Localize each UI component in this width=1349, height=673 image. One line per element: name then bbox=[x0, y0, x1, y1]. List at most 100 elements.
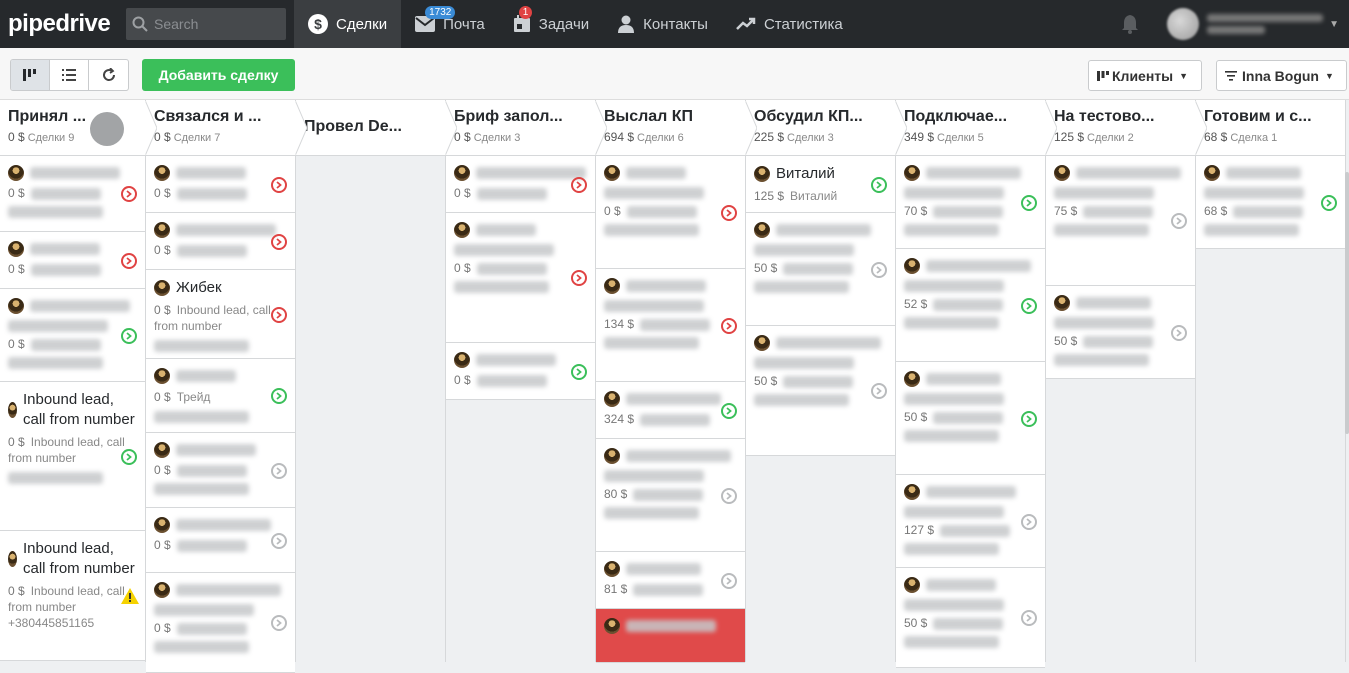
deal-card[interactable]: Жибек 0 $ Inbound lead, call from number bbox=[146, 270, 295, 359]
deal-price: 324 $ bbox=[604, 412, 635, 426]
stage-header[interactable]: Связался и ... 0 $ Сделки 7 bbox=[146, 100, 307, 156]
no-activity-icon[interactable] bbox=[1171, 213, 1187, 229]
deal-card[interactable]: 50 $ bbox=[746, 213, 895, 326]
stage-summary: 0 $ Сделки 3 bbox=[454, 130, 587, 144]
stage-header[interactable]: Обсудил КП... 225 $ Сделки 3 bbox=[746, 100, 907, 156]
overdue-activity-icon[interactable] bbox=[721, 205, 737, 221]
deal-card[interactable]: 0 $ bbox=[0, 232, 145, 289]
deal-card[interactable]: 127 $ bbox=[896, 475, 1045, 568]
overdue-activity-icon[interactable] bbox=[571, 270, 587, 286]
nav-statistics[interactable]: Статистика bbox=[722, 0, 857, 48]
planned-activity-icon[interactable] bbox=[271, 388, 287, 404]
add-deal-button[interactable]: Добавить сделку bbox=[142, 59, 295, 91]
deal-card[interactable]: Виталий 125 $ Виталий bbox=[746, 156, 895, 213]
deal-card[interactable]: 50 $ bbox=[896, 362, 1045, 475]
deal-card[interactable]: 50 $ bbox=[1046, 286, 1195, 379]
deal-value: 50 $ bbox=[754, 261, 889, 275]
owner-filter-button[interactable]: Inna Bogun ▼ bbox=[1216, 60, 1347, 91]
search-input[interactable]: Search bbox=[126, 8, 286, 40]
avatar bbox=[8, 298, 24, 314]
nav-deals[interactable]: $ Сделки bbox=[294, 0, 402, 48]
stage-deal-count: Сделки 9 bbox=[27, 132, 75, 144]
forecast-view-button[interactable] bbox=[89, 60, 128, 90]
no-activity-icon[interactable] bbox=[1021, 514, 1037, 530]
list-view-button[interactable] bbox=[50, 60, 89, 90]
no-activity-icon[interactable] bbox=[1171, 325, 1187, 341]
deal-card[interactable]: 0 $ bbox=[146, 156, 295, 213]
deal-card[interactable]: 0 $ Трейд bbox=[146, 359, 295, 433]
avatar bbox=[604, 561, 620, 577]
overdue-activity-icon[interactable] bbox=[121, 253, 137, 269]
deal-card[interactable]: 0 $ bbox=[146, 433, 295, 508]
planned-activity-icon[interactable] bbox=[571, 364, 587, 380]
stage-header[interactable]: Готовим и с... 68 $ Сделка 1 bbox=[1196, 100, 1345, 156]
avatar[interactable] bbox=[1167, 8, 1200, 40]
no-activity-icon[interactable] bbox=[271, 615, 287, 631]
pipeline-view-button[interactable] bbox=[11, 60, 50, 90]
overdue-activity-icon[interactable] bbox=[271, 177, 287, 193]
deal-card[interactable]: 52 $ bbox=[896, 249, 1045, 362]
deal-card[interactable]: 80 $ bbox=[596, 439, 745, 552]
deal-card[interactable]: 324 $ bbox=[596, 382, 745, 439]
overdue-activity-icon[interactable] bbox=[271, 234, 287, 250]
no-activity-icon[interactable] bbox=[271, 533, 287, 549]
stage-header[interactable]: Бриф запол... 0 $ Сделки 3 bbox=[446, 100, 607, 156]
deal-card[interactable]: 0 $ bbox=[596, 156, 745, 269]
deal-card[interactable]: 81 $ bbox=[596, 552, 745, 609]
stage-arrow bbox=[1195, 100, 1207, 156]
overdue-activity-icon[interactable] bbox=[271, 307, 287, 323]
planned-activity-icon[interactable] bbox=[1021, 298, 1037, 314]
no-activity-icon[interactable] bbox=[721, 573, 737, 589]
deal-card[interactable]: 0 $ bbox=[0, 289, 145, 382]
stage-header[interactable]: Принял ... 0 $ Сделки 9 bbox=[0, 100, 157, 156]
deal-card[interactable]: 70 $ bbox=[896, 156, 1045, 249]
stage-header[interactable]: Выслал КП 694 $ Сделки 6 bbox=[596, 100, 757, 156]
planned-activity-icon[interactable] bbox=[871, 177, 887, 193]
planned-activity-icon[interactable] bbox=[121, 328, 137, 344]
deal-card[interactable]: 75 $ bbox=[1046, 156, 1195, 286]
stage-header[interactable]: На тестово... 125 $ Сделки 2 bbox=[1046, 100, 1207, 156]
deal-card[interactable]: 0 $ bbox=[446, 213, 595, 343]
stage-header[interactable]: Провел De... bbox=[296, 100, 457, 156]
nav-contacts[interactable]: Контакты bbox=[603, 0, 722, 48]
planned-activity-icon[interactable] bbox=[1021, 411, 1037, 427]
deal-card[interactable]: 50 $ bbox=[896, 568, 1045, 668]
nav-mail[interactable]: 1732 Почта bbox=[401, 0, 499, 48]
deal-person-blurred bbox=[1204, 224, 1299, 236]
stage-header[interactable]: Подключае... 349 $ Сделки 5 bbox=[896, 100, 1057, 156]
user-name-blurred[interactable] bbox=[1207, 10, 1324, 38]
no-activity-icon[interactable] bbox=[721, 488, 737, 504]
no-activity-icon[interactable] bbox=[1021, 610, 1037, 626]
deal-card[interactable]: Inbound lead, call from number 0 $ Inbound… bbox=[0, 531, 145, 661]
nav-tasks[interactable]: 1 Задачи bbox=[499, 0, 603, 48]
deal-card[interactable]: 0 $ bbox=[0, 156, 145, 232]
deal-card[interactable]: 0 $ bbox=[446, 343, 595, 400]
overdue-activity-icon[interactable] bbox=[721, 318, 737, 334]
overdue-activity-icon[interactable] bbox=[121, 186, 137, 202]
deal-card[interactable] bbox=[596, 609, 745, 663]
deal-org-blurred bbox=[626, 205, 697, 218]
planned-activity-icon[interactable] bbox=[721, 403, 737, 419]
no-activity-icon[interactable] bbox=[871, 262, 887, 278]
deal-card[interactable]: 50 $ bbox=[746, 326, 895, 456]
no-activity-icon[interactable] bbox=[271, 463, 287, 479]
pipedrive-logo[interactable]: pipedrive bbox=[0, 10, 126, 38]
overdue-activity-icon[interactable] bbox=[571, 177, 587, 193]
deal-card[interactable]: 134 $ bbox=[596, 269, 745, 382]
planned-activity-icon[interactable] bbox=[1321, 195, 1337, 211]
deal-card[interactable]: 0 $ bbox=[146, 508, 295, 573]
planned-activity-icon[interactable] bbox=[121, 449, 137, 465]
deal-card[interactable]: 0 $ bbox=[146, 573, 295, 673]
bell-icon[interactable] bbox=[1121, 14, 1139, 34]
stage-sum: 225 $ bbox=[754, 130, 785, 144]
deal-card[interactable]: Inbound lead, call from number 0 $ Inbound… bbox=[0, 382, 145, 531]
deal-card[interactable]: 0 $ bbox=[146, 213, 295, 270]
planned-activity-icon[interactable] bbox=[1021, 195, 1037, 211]
no-activity-icon[interactable] bbox=[871, 383, 887, 399]
scrollbar[interactable] bbox=[1345, 172, 1349, 434]
deal-card[interactable]: 0 $ bbox=[446, 156, 595, 213]
chevron-down-icon[interactable]: ▼ bbox=[1329, 19, 1339, 30]
pipeline-select-button[interactable]: Клиенты ▼ bbox=[1088, 60, 1202, 91]
deal-card[interactable]: 68 $ bbox=[1196, 156, 1345, 249]
deal-title-blurred bbox=[604, 299, 704, 312]
